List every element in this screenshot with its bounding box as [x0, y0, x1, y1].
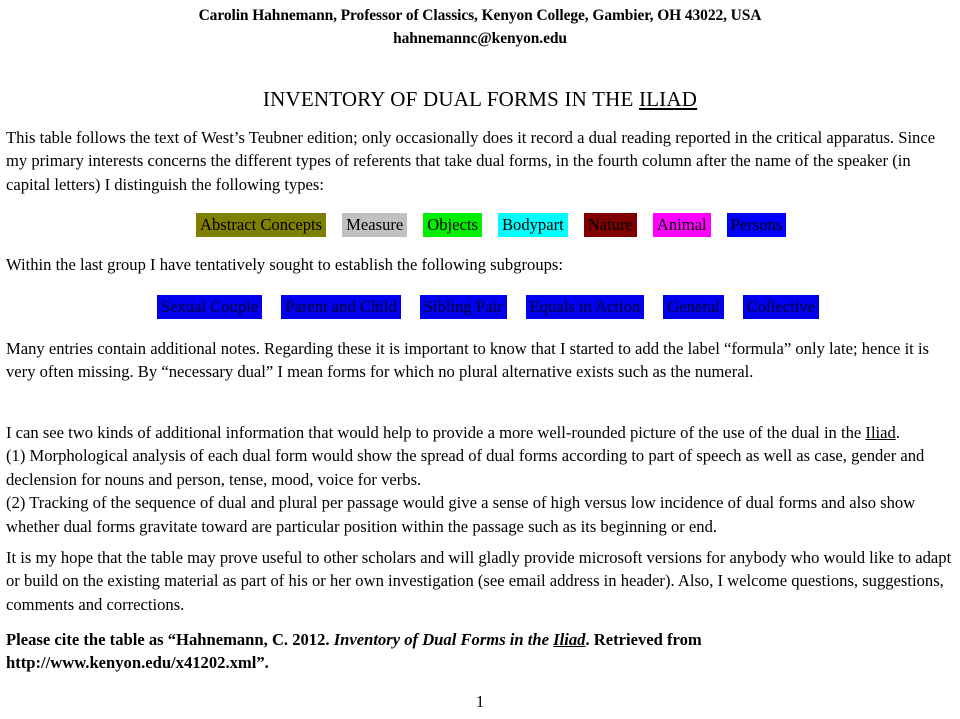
additional-info-lead-before: I can see two kinds of additional inform…: [6, 423, 866, 442]
additional-info-point-2: (2) Tracking of the sequence of dual and…: [6, 493, 916, 536]
subgroup-label-parent-and-child: Parent and Child: [281, 295, 401, 319]
document-header: Carolin Hahnemann, Professor of Classics…: [0, 4, 960, 50]
page-title: INVENTORY OF DUAL FORMS IN THE ILIAD: [0, 86, 960, 112]
author-affiliation-line: Carolin Hahnemann, Professor of Classics…: [198, 7, 762, 24]
type-label-nature: Nature: [583, 213, 637, 237]
citation-paragraph: Please cite the table as “Hahnemann, C. …: [6, 628, 958, 675]
page-number: 1: [475, 692, 485, 711]
page-title-prefix: INVENTORY OF DUAL FORMS IN THE: [262, 87, 639, 111]
type-label-abstract-concepts: Abstract Concepts: [196, 213, 327, 237]
hope-paragraph: It is my hope that the table may prove u…: [6, 548, 952, 614]
citation-title-italic: Inventory of Dual Forms in the: [333, 630, 554, 649]
subgroup-label-sexual-couple: Sexual Couple: [157, 295, 263, 319]
subgroup-label-collective: Collective: [742, 295, 819, 319]
type-label-animal: Animal: [652, 213, 711, 237]
notes-paragraph-block: Many entries contain additional notes. R…: [6, 337, 958, 384]
type-label-persons: Persons: [726, 213, 787, 237]
citation-before-title: Please cite the table as “Hahnemann, C. …: [6, 630, 334, 649]
hope-paragraph-block: It is my hope that the table may prove u…: [6, 546, 958, 616]
intro-paragraph-block: This table follows the text of West’s Te…: [6, 126, 958, 196]
subgroup-label-sibling-pair: Sibling Pair: [419, 295, 507, 319]
referent-type-label-row: Abstract Concepts Measure Objects Bodypa…: [196, 213, 787, 237]
additional-info-lead-after: .: [895, 423, 900, 442]
type-label-objects: Objects: [423, 213, 482, 237]
citation-title-work: Iliad: [553, 630, 586, 649]
additional-info-lead-work: Iliad: [865, 423, 896, 442]
intro-paragraph: This table follows the text of West’s Te…: [6, 128, 936, 194]
subgroup-intro-paragraph: Within the last group I have tentatively…: [6, 255, 563, 274]
subgroup-intro-block: Within the last group I have tentatively…: [6, 253, 958, 276]
subgroup-label-general: General: [663, 295, 724, 319]
subgroup-label-equals-in-action: Equals in Action: [525, 295, 645, 319]
additional-info-lead: I can see two kinds of additional inform…: [6, 421, 958, 444]
author-email-line: hahnemannc@kenyon.edu: [393, 30, 567, 47]
type-label-measure: Measure: [342, 213, 408, 237]
page-title-work: ILIAD: [638, 87, 698, 111]
subgroup-label-row: Sexual Couple Parent and Child Sibling P…: [157, 295, 819, 319]
additional-info-block: I can see two kinds of additional inform…: [6, 421, 958, 538]
document-page: Carolin Hahnemann, Professor of Classics…: [0, 0, 960, 719]
citation-block: Please cite the table as “Hahnemann, C. …: [6, 628, 958, 675]
type-label-bodypart: Bodypart: [497, 213, 568, 237]
notes-paragraph: Many entries contain additional notes. R…: [6, 339, 930, 382]
additional-info-point-1: (1) Morphological analysis of each dual …: [6, 446, 925, 489]
